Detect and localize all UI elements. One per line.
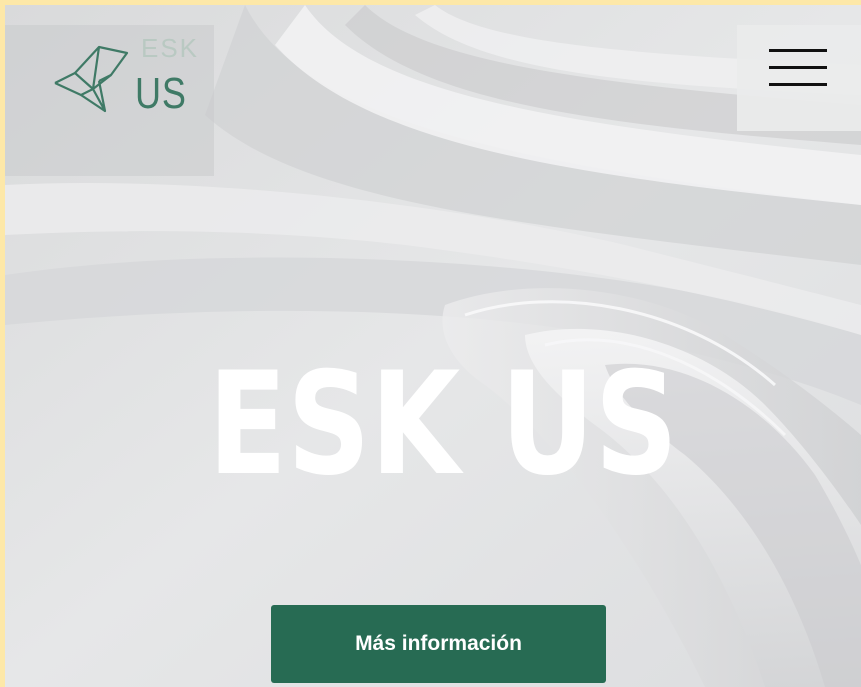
more-info-button[interactable]: Más información — [271, 605, 606, 683]
logo-us-text: US — [135, 69, 187, 118]
hero-title: ESK US — [208, 342, 678, 507]
hero-title-text: ESK US — [208, 342, 678, 507]
hamburger-menu-icon — [769, 49, 827, 87]
menu-button[interactable] — [737, 25, 861, 131]
logo[interactable]: ESK US — [5, 25, 214, 176]
hamburger-line — [769, 66, 827, 69]
hamburger-line — [769, 83, 827, 86]
logo-esk-text: ESK — [141, 33, 200, 63]
page-frame: ESK US ESK US Más información — [5, 5, 861, 687]
origami-bird-icon — [54, 45, 129, 113]
hamburger-line — [769, 49, 827, 52]
